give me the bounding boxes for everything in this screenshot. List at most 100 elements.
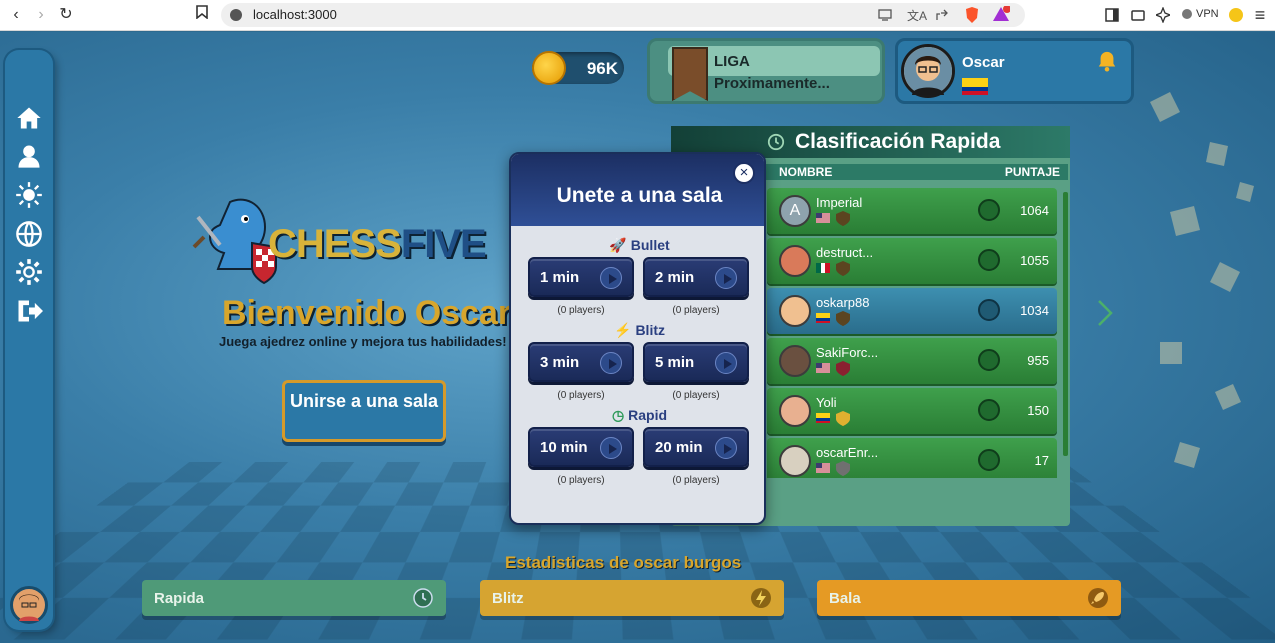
translate-icon[interactable]: 文A — [907, 7, 927, 24]
vpn-label[interactable]: VPN — [1196, 8, 1219, 20]
settings-gear-icon[interactable] — [15, 258, 43, 286]
player-avatar — [779, 345, 811, 377]
league-card[interactable]: LIGA Proximamente... — [647, 38, 885, 104]
time-label: 3 min — [540, 354, 580, 371]
player-score: 955 — [1027, 353, 1049, 368]
ranking-row[interactable]: SakiForc... 955 — [767, 338, 1057, 384]
stats-rapid-label: Rapida — [154, 590, 205, 607]
user-avatar[interactable] — [901, 44, 955, 98]
category-label: Bullet — [630, 237, 670, 253]
stats-bullet-label: Bala — [829, 590, 861, 607]
clock-icon — [978, 249, 1000, 271]
globe-icon[interactable] — [15, 220, 43, 248]
league-status: Proximamente... — [714, 75, 830, 92]
player-avatar — [779, 295, 811, 327]
theme-sun-icon[interactable] — [15, 181, 43, 209]
welcome-heading: Bienvenido Oscar — [222, 294, 512, 332]
play-icon — [715, 437, 737, 459]
sidebar-toggle-icon[interactable] — [1105, 8, 1119, 22]
close-icon[interactable]: × — [733, 162, 755, 184]
player-name: SakiForc... — [816, 345, 879, 360]
play-icon — [715, 352, 737, 374]
stats-rapid-button[interactable]: Rapida — [142, 580, 446, 616]
time-1min-button[interactable]: 1 min — [528, 257, 634, 297]
wallet-icon[interactable] — [1131, 8, 1145, 22]
share-icon[interactable] — [935, 8, 949, 22]
forward-icon[interactable]: › — [31, 5, 51, 25]
player-score: 150 — [1027, 403, 1049, 418]
league-banner-icon — [672, 47, 708, 101]
time-2min-button[interactable]: 2 min — [643, 257, 749, 297]
rank-shield-icon — [836, 361, 850, 376]
ranking-row-current-user[interactable]: oskarp88 1034 — [767, 288, 1057, 334]
players-count: (0 players) — [557, 390, 605, 401]
ranking-row[interactable]: oscarEnr... 17 — [767, 438, 1057, 478]
reload-icon[interactable]: ↻ — [56, 5, 76, 25]
browser-toolbar: ‹ › ↻ localhost:3000 文A VPN ≡ — [0, 0, 1275, 31]
players-count: (0 players) — [557, 305, 605, 316]
clock-icon — [978, 299, 1000, 321]
cast-icon[interactable] — [878, 8, 892, 22]
coin-icon — [532, 51, 566, 85]
bookmark-icon[interactable] — [192, 5, 212, 25]
time-20min-button[interactable]: 20 min — [643, 427, 749, 467]
usa-flag-icon — [816, 463, 830, 473]
ranking-row[interactable]: destruct... 1055 — [767, 238, 1057, 284]
time-3min-button[interactable]: 3 min — [528, 342, 634, 382]
player-name: Yoli — [816, 395, 837, 410]
stats-blitz-button[interactable]: Blitz — [480, 580, 784, 616]
join-room-modal: Unete a una sala × 🚀 Bullet 1 min 2 min (… — [509, 152, 766, 525]
colombia-flag-icon — [816, 313, 830, 323]
time-5min-button[interactable]: 5 min — [643, 342, 749, 382]
players-count: (0 players) — [672, 475, 720, 486]
lightning-icon: ⚡ — [614, 322, 632, 338]
category-rapid: ◷ Rapid — [511, 407, 764, 424]
time-10min-button[interactable]: 10 min — [528, 427, 634, 467]
category-label: Blitz — [635, 322, 665, 338]
stats-bullet-button[interactable]: Bala — [817, 580, 1121, 616]
address-bar[interactable]: localhost:3000 文A — [221, 3, 1025, 27]
logout-icon[interactable] — [15, 297, 43, 325]
clock-icon — [413, 588, 433, 608]
profile-icon[interactable] — [15, 142, 43, 170]
menu-icon[interactable]: ≡ — [1250, 5, 1270, 25]
ranking-scrollbar[interactable] — [1063, 192, 1068, 456]
rank-shield-icon — [836, 211, 850, 226]
ranking-list[interactable]: A Imperial 1064 destruct... 1055 oskarp8… — [767, 188, 1059, 478]
category-bullet: 🚀 Bullet — [511, 237, 764, 254]
category-blitz: ⚡ Blitz — [511, 322, 764, 339]
play-icon — [715, 267, 737, 289]
time-label: 10 min — [540, 439, 588, 456]
player-avatar: A — [779, 195, 811, 227]
brave-shield-icon[interactable] — [964, 6, 980, 24]
site-info-icon[interactable] — [230, 9, 242, 21]
sidebar-avatar[interactable] — [10, 586, 48, 624]
leo-ai-icon[interactable] — [1156, 7, 1170, 23]
back-icon[interactable]: ‹ — [6, 5, 26, 25]
play-icon — [600, 437, 622, 459]
player-avatar — [779, 245, 811, 277]
ranking-row[interactable]: A Imperial 1064 — [767, 188, 1057, 234]
brave-rewards-icon[interactable] — [992, 6, 1010, 22]
clock-icon — [978, 449, 1000, 471]
time-label: 5 min — [655, 354, 695, 371]
player-name: oskarp88 — [816, 295, 870, 310]
modal-title: Unete a una sala — [556, 184, 723, 207]
join-room-button[interactable]: Unirse a una sala — [282, 380, 446, 442]
ranking-row[interactable]: Yoli 150 — [767, 388, 1057, 434]
lightning-icon — [751, 588, 771, 608]
player-name: Imperial — [816, 195, 863, 210]
next-arrow-icon[interactable] — [1096, 299, 1114, 327]
player-score: 17 — [1034, 453, 1049, 468]
league-title: LIGA — [714, 53, 750, 70]
tagline: Juega ajedrez online y mejora tus habili… — [219, 334, 507, 349]
notification-bell-icon[interactable] — [1096, 50, 1118, 72]
user-card[interactable]: Oscar — [895, 38, 1134, 104]
home-icon[interactable] — [15, 104, 43, 132]
rocket-icon — [1088, 588, 1108, 608]
chess-pieces-decoration — [1150, 92, 1254, 468]
url-text: localhost:3000 — [253, 7, 337, 22]
vpn-icon[interactable] — [1182, 9, 1192, 19]
wallet-token-icon[interactable] — [1229, 8, 1243, 22]
usa-flag-icon — [816, 363, 830, 373]
